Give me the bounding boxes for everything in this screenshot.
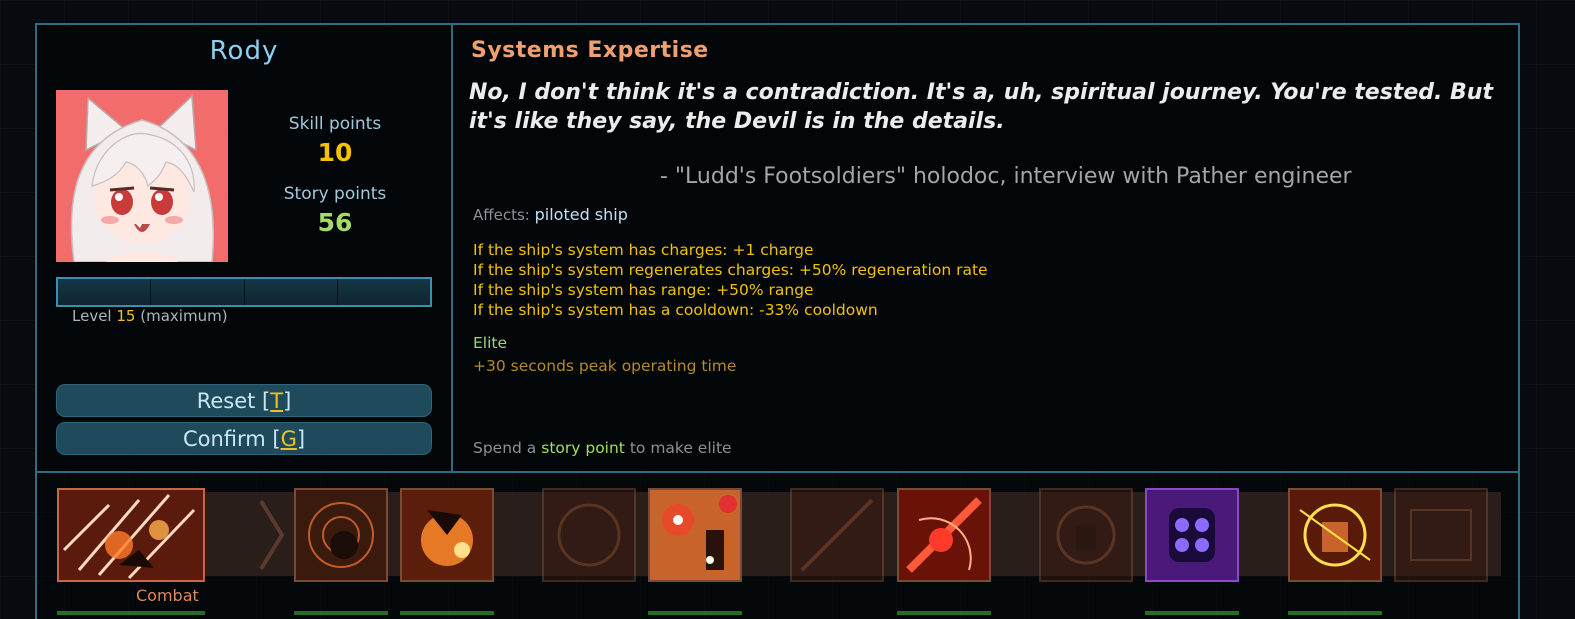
affects-value: piloted ship bbox=[534, 205, 628, 224]
skill-icon-polarized-armor[interactable] bbox=[1145, 488, 1239, 582]
skill-icon-impact-mitigation[interactable] bbox=[542, 488, 636, 582]
elite-indicator bbox=[648, 611, 742, 615]
skill-effects: If the ship's system has charges: +1 cha… bbox=[473, 240, 988, 320]
skill-icon-systems-expertise[interactable] bbox=[648, 488, 742, 582]
level-value: 15 bbox=[116, 307, 136, 325]
xp-segment bbox=[244, 279, 338, 305]
quote-attribution: - "Ludd's Footsoldiers" holodoc, intervi… bbox=[660, 164, 1352, 189]
aptitude-label: Combat bbox=[136, 586, 199, 605]
spend-story-point-hint: Spend a story point to make elite bbox=[473, 439, 732, 457]
reset-button[interactable]: Reset [T] bbox=[56, 384, 432, 417]
skill-quote: No, I don't think it's a contradiction. … bbox=[469, 80, 1493, 134]
story-points-label: Story points bbox=[283, 184, 387, 204]
confirm-button[interactable]: Confirm [G] bbox=[56, 422, 432, 455]
reset-button-label: Reset [ bbox=[196, 389, 271, 413]
skill-icon-missile-specialization[interactable] bbox=[790, 488, 884, 582]
skill-icon-point-defense[interactable] bbox=[1288, 488, 1382, 582]
reset-hotkey: T bbox=[270, 389, 284, 413]
skill-icon-combat-endurance[interactable] bbox=[400, 488, 494, 582]
skill-points-label: Skill points bbox=[288, 114, 382, 134]
skill-icon-target-analysis[interactable] bbox=[897, 488, 991, 582]
skill-icon-ballistic-mastery[interactable] bbox=[1039, 488, 1133, 582]
effect-line: If the ship's system has charges: +1 cha… bbox=[473, 241, 814, 259]
affects-line: Affects: piloted ship bbox=[473, 205, 628, 224]
elite-indicator bbox=[400, 611, 494, 615]
skill-icon-ordnance-expertise[interactable] bbox=[1394, 488, 1488, 582]
elite-indicator bbox=[1145, 611, 1239, 615]
spend-prefix: Spend a bbox=[473, 439, 537, 457]
elite-indicator bbox=[294, 611, 388, 615]
xp-segment bbox=[58, 279, 152, 305]
spend-suffix: to make elite bbox=[629, 439, 732, 457]
xp-segment bbox=[337, 279, 430, 305]
panel-divider bbox=[451, 25, 453, 472]
confirm-hotkey: G bbox=[280, 427, 297, 451]
level-label: Level bbox=[72, 307, 112, 325]
affects-label: Affects: bbox=[473, 206, 530, 224]
story-points-value: 56 bbox=[317, 208, 353, 237]
xp-segment bbox=[151, 279, 245, 305]
level-readout: Level 15 (maximum) bbox=[72, 307, 228, 325]
elite-label: Elite bbox=[473, 334, 508, 352]
officer-name: Rody bbox=[209, 36, 279, 66]
elite-indicator bbox=[897, 611, 991, 615]
elite-indicator bbox=[1288, 611, 1382, 615]
anime-girl-portrait-icon bbox=[56, 90, 228, 262]
skill-title: Systems Expertise bbox=[471, 38, 709, 63]
elite-indicator bbox=[57, 611, 205, 615]
level-note: (maximum) bbox=[140, 307, 228, 325]
story-point-link[interactable]: story point bbox=[541, 439, 625, 457]
confirm-button-label: Confirm [ bbox=[182, 427, 281, 451]
combat-aptitude-icon[interactable] bbox=[57, 488, 205, 582]
officer-portrait bbox=[56, 90, 228, 262]
effect-line: If the ship's system has a cooldown: -33… bbox=[473, 301, 878, 319]
reset-button-close: ] bbox=[283, 389, 292, 413]
confirm-button-close: ] bbox=[296, 427, 306, 451]
experience-bar bbox=[56, 277, 432, 307]
skill-points-value: 10 bbox=[317, 138, 353, 167]
skill-icon-helmsmanship[interactable] bbox=[294, 488, 388, 582]
effect-line: If the ship's system regenerates charges… bbox=[473, 261, 988, 279]
effect-line: If the ship's system has range: +50% ran… bbox=[473, 281, 814, 299]
tier-arrow-icon bbox=[259, 499, 285, 571]
elite-effect: +30 seconds peak operating time bbox=[473, 357, 737, 375]
